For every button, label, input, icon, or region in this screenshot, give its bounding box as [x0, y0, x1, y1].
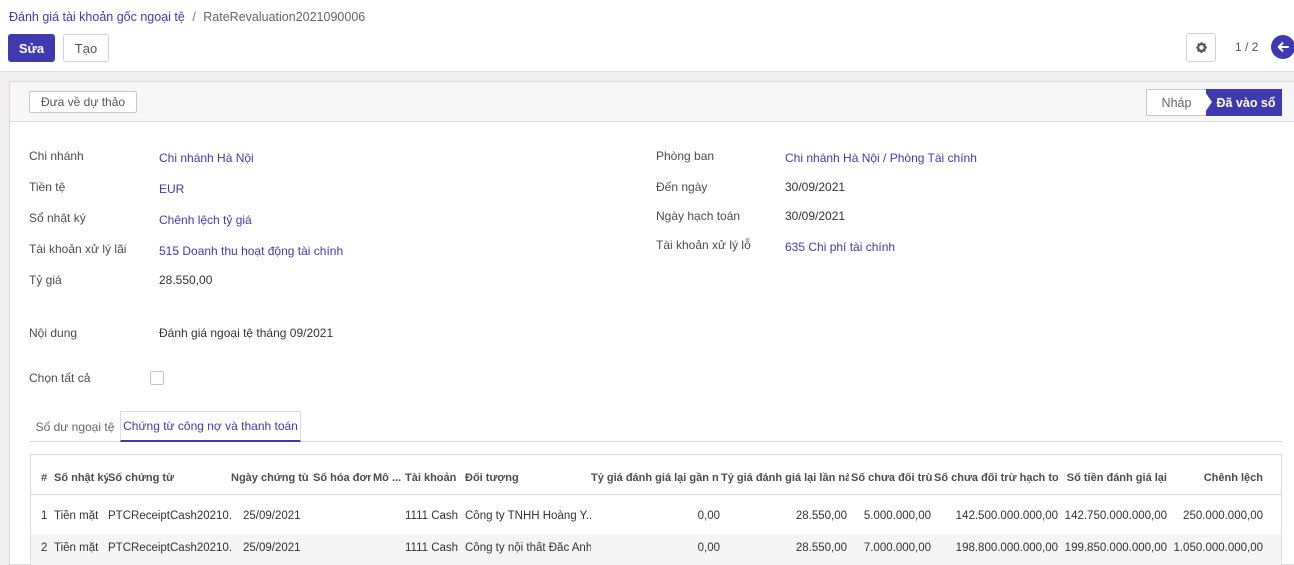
pager-value[interactable]: 1 / 2	[1235, 40, 1258, 54]
column-header-unreconciled-accounting[interactable]: Số chưa đối trừ hạch toán	[934, 472, 1058, 484]
tab-debt-payment-documents[interactable]: Chứng từ công nợ và thanh toán	[120, 411, 301, 442]
cell-previous-rate: 0,00	[697, 542, 720, 554]
field-value-loss-account[interactable]: 635 Chi phí tài chính	[785, 240, 895, 254]
cell-unreconciled: 5.000.000,00	[863, 510, 931, 522]
cell-current-rate: 28.550,00	[795, 510, 847, 522]
column-header-index[interactable]: #	[41, 472, 51, 484]
field-label-select-all: Chọn tất cả	[29, 371, 91, 385]
table-row[interactable]: 2 Tiền mặt PTCReceiptCash20210... 25/09/…	[31, 534, 1281, 565]
cell-account: 1111 Cash	[405, 510, 459, 522]
field-value-department[interactable]: Chi nhánh Hà Nội / Phòng Tài chính	[785, 151, 977, 165]
column-header-description[interactable]: Mô ...	[373, 472, 403, 484]
cell-journal: Tiền mặt	[54, 542, 99, 554]
cell-partner: Công ty TNHH Hoàng Y...	[465, 510, 591, 522]
cell-unreconciled: 7.000.000,00	[863, 542, 931, 554]
cell-unreconciled-accounting: 142.500.000.000,00	[955, 510, 1058, 522]
column-header-revaluation-amount[interactable]: Số tiền đánh giá lại	[1061, 472, 1167, 484]
cell-document-date: 25/09/2021	[243, 542, 301, 554]
cell-difference: 1.050.000.000,00	[1173, 542, 1263, 554]
cell-difference: 250.000.000,00	[1183, 510, 1263, 522]
field-label-journal: Sổ nhật ký	[29, 211, 86, 225]
stage-posted[interactable]: Đã vào sổ	[1206, 89, 1282, 116]
column-header-document-date[interactable]: Ngày chứng từ	[231, 472, 308, 484]
field-value-to-date: 30/09/2021	[785, 180, 846, 194]
cell-account: 1111 Cash	[405, 542, 459, 554]
create-button[interactable]: Tạo	[63, 34, 109, 62]
cell-index: 2	[41, 542, 48, 554]
column-header-invoice-number[interactable]: Số hóa đơn	[313, 472, 371, 484]
field-label-content: Nội dung	[29, 326, 78, 340]
field-label-loss-account: Tài khoản xử lý lỗ	[656, 238, 751, 252]
edit-button[interactable]: Sửa	[8, 34, 55, 62]
arrow-left-icon	[1277, 42, 1289, 52]
cell-revaluation-amount: 199.850.000.000,00	[1064, 542, 1167, 554]
form-sheet: Đưa về dự thảo Nháp Đã vào sổ Chi nhánh …	[9, 81, 1294, 565]
field-label-rate: Tỷ giá	[29, 273, 62, 287]
breadcrumb-parent-link[interactable]: Đánh giá tài khoản gốc ngoại tệ	[9, 10, 185, 24]
column-header-current-rate[interactable]: Tỷ giá đánh giá lại lần này	[721, 472, 849, 484]
field-value-rate: 28.550,00	[159, 273, 213, 287]
field-value-journal[interactable]: Chênh lệch tỷ giá	[159, 213, 252, 227]
cell-partner: Công ty nội thất Đắc Anh	[465, 542, 591, 554]
stage-draft[interactable]: Nháp	[1146, 89, 1206, 116]
field-label-to-date: Đến ngày	[656, 180, 708, 194]
table-row[interactable]: 1 Tiền mặt PTCReceiptCash20210... 25/09/…	[31, 502, 1281, 534]
field-value-branch[interactable]: Chi nhánh Hà Nội	[159, 151, 254, 165]
field-label-gain-account: Tài khoản xử lý lãi	[29, 242, 127, 256]
column-header-previous-rate[interactable]: Tỷ giá đánh giá lại gần n...	[591, 472, 719, 484]
select-all-checkbox[interactable]	[150, 371, 164, 385]
field-label-department: Phòng ban	[656, 149, 715, 163]
pager-previous-button[interactable]	[1271, 35, 1294, 59]
gear-icon	[1195, 42, 1207, 53]
field-value-gain-account[interactable]: 515 Doanh thu hoạt động tài chính	[159, 244, 343, 258]
column-header-unreconciled[interactable]: Số chưa đối trừ	[851, 472, 932, 484]
column-header-difference[interactable]: Chênh lệch	[1171, 472, 1263, 484]
notebook-tabs: Số dư ngoại tệ Chứng từ công nợ và thanh…	[30, 411, 1282, 442]
field-label-accounting-date: Ngày hạch toán	[656, 209, 741, 223]
field-label-currency: Tiền tệ	[29, 180, 66, 194]
cell-journal: Tiền mặt	[54, 510, 99, 522]
column-header-account[interactable]: Tài khoản	[405, 472, 460, 484]
action-menu-button[interactable]	[1186, 33, 1216, 62]
cell-unreconciled-accounting: 198.800.000.000,00	[955, 542, 1058, 554]
stage-arrow-shape	[1203, 89, 1212, 115]
reset-to-draft-button[interactable]: Đưa về dự thảo	[29, 91, 137, 113]
breadcrumb-current: RateRevaluation2021090006	[203, 10, 366, 24]
breadcrumb-separator: /	[192, 10, 196, 24]
field-value-currency[interactable]: EUR	[159, 182, 184, 196]
control-panel: Đánh giá tài khoản gốc ngoại tệ / RateRe…	[0, 0, 1294, 72]
field-value-content: Đánh giá ngoại tệ tháng 09/2021	[159, 326, 334, 340]
tab-foreign-currency-balance[interactable]: Số dư ngoại tệ	[30, 411, 120, 442]
field-value-accounting-date: 30/09/2021	[785, 209, 846, 223]
cell-current-rate: 28.550,00	[795, 542, 847, 554]
table-header: # Số nhật ký Số chứng từ Ngày chứng từ S…	[31, 455, 1281, 495]
field-label-branch: Chi nhánh	[29, 149, 84, 163]
revaluation-lines-table: # Số nhật ký Số chứng từ Ngày chứng từ S…	[30, 454, 1282, 565]
cell-index: 1	[41, 510, 48, 522]
column-header-journal[interactable]: Số nhật ký	[54, 472, 108, 484]
column-header-partner[interactable]: Đối tượng	[465, 472, 585, 484]
status-bar: Đưa về dự thảo Nháp Đã vào sổ	[10, 82, 1294, 122]
cell-document-date: 25/09/2021	[243, 510, 301, 522]
cell-revaluation-amount: 142.750.000.000,00	[1064, 510, 1167, 522]
cell-document-number: PTCReceiptCash20210...	[108, 510, 233, 522]
cell-document-number: PTCReceiptCash20210...	[108, 542, 233, 554]
column-header-document-number[interactable]: Số chứng từ	[108, 472, 188, 484]
cell-previous-rate: 0,00	[697, 510, 720, 522]
breadcrumb: Đánh giá tài khoản gốc ngoại tệ / RateRe…	[9, 10, 365, 24]
